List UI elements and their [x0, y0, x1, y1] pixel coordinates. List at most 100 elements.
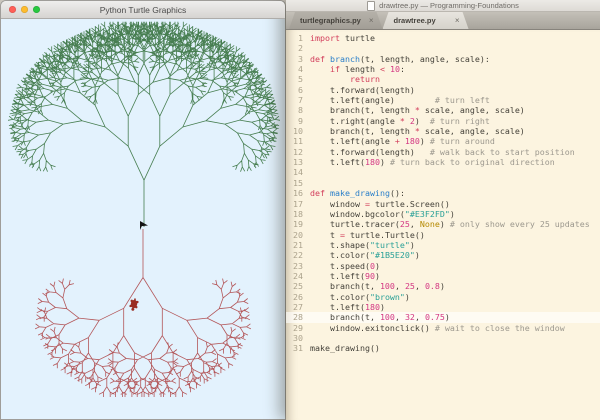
- tab-close-icon[interactable]: ×: [369, 17, 374, 25]
- line-number: 31: [286, 343, 310, 353]
- line-number: 23: [286, 261, 310, 271]
- tab-drawtree-py[interactable]: drawtree.py ×: [383, 12, 469, 29]
- turtle-window-titlebar[interactable]: Python Turtle Graphics: [1, 1, 285, 19]
- desktop: Python Turtle Graphics drawtree.py — Pro…: [0, 0, 600, 420]
- code-line[interactable]: 6 t.forward(length): [286, 85, 600, 95]
- code-line[interactable]: 30: [286, 333, 600, 343]
- code-text: t.left(angle + 180) # turn around: [310, 136, 495, 146]
- code-line[interactable]: 20 t = turtle.Turtle(): [286, 230, 600, 240]
- line-number: 6: [286, 85, 310, 95]
- line-number: 21: [286, 240, 310, 250]
- code-line[interactable]: 22 t.color("#1B5E20"): [286, 250, 600, 260]
- line-number: 7: [286, 95, 310, 105]
- code-text: t.shape("turtle"): [310, 240, 415, 250]
- tab-label: turtlegraphics.py: [300, 16, 361, 25]
- code-text: t.color("brown"): [310, 292, 410, 302]
- code-line[interactable]: 2: [286, 43, 600, 53]
- close-button[interactable]: [9, 6, 16, 13]
- line-number: 4: [286, 64, 310, 74]
- code-line[interactable]: 1import turtle: [286, 33, 600, 43]
- line-number: 2: [286, 43, 310, 53]
- code-text: make_drawing(): [310, 343, 380, 353]
- code-text: window.bgcolor("#E3F2FD"): [310, 209, 455, 219]
- code-line[interactable]: 29 window.exitonclick() # wait to close …: [286, 323, 600, 333]
- code-line[interactable]: 4 if length < 10:: [286, 64, 600, 74]
- line-number: 24: [286, 271, 310, 281]
- line-number: 13: [286, 157, 310, 167]
- code-line[interactable]: 26 t.color("brown"): [286, 292, 600, 302]
- code-line[interactable]: 24 t.left(90): [286, 271, 600, 281]
- tab-close-icon[interactable]: ×: [455, 17, 460, 25]
- tab-turtlegraphics-py[interactable]: turtlegraphics.py ×: [289, 12, 383, 29]
- line-number: 1: [286, 33, 310, 43]
- code-line[interactable]: 25 branch(t, 100, 25, 0.8): [286, 281, 600, 291]
- line-number: 29: [286, 323, 310, 333]
- code-line[interactable]: 21 t.shape("turtle"): [286, 240, 600, 250]
- line-number: 3: [286, 54, 310, 64]
- code-text: t.left(90): [310, 271, 380, 281]
- turtle-canvas[interactable]: [1, 1, 287, 420]
- code-line[interactable]: 13 t.left(180) # turn back to original d…: [286, 157, 600, 167]
- upper-green-tree: [8, 22, 280, 227]
- document-icon: [367, 1, 375, 11]
- code-text: t.left(180) # turn back to original dire…: [310, 157, 555, 167]
- line-number: 28: [286, 312, 310, 322]
- line-number: 15: [286, 178, 310, 188]
- code-line[interactable]: 12 t.forward(length) # walk back to star…: [286, 147, 600, 157]
- line-number: 17: [286, 199, 310, 209]
- code-text: t.forward(length) # walk back to start p…: [310, 147, 575, 157]
- code-text: return: [310, 74, 380, 84]
- code-text: t.forward(length): [310, 85, 415, 95]
- tab-label: drawtree.py: [394, 16, 436, 25]
- code-line[interactable]: 7 t.left(angle) # turn left: [286, 95, 600, 105]
- line-number: 9: [286, 116, 310, 126]
- line-number: 18: [286, 209, 310, 219]
- turtle-graphics-window: Python Turtle Graphics: [0, 0, 286, 420]
- line-number: 22: [286, 250, 310, 260]
- code-text: if length < 10:: [310, 64, 405, 74]
- line-number: 8: [286, 105, 310, 115]
- line-number: 27: [286, 302, 310, 312]
- line-number: 10: [286, 126, 310, 136]
- code-line[interactable]: 3def branch(t, length, angle, scale):: [286, 54, 600, 64]
- editor-titlebar[interactable]: drawtree.py — Programming-Foundations: [286, 0, 600, 12]
- code-text: branch(t, length * scale, angle, scale): [310, 126, 525, 136]
- code-text: t.left(180): [310, 302, 385, 312]
- line-number: 25: [286, 281, 310, 291]
- code-line[interactable]: 9 t.right(angle * 2) # turn right: [286, 116, 600, 126]
- zoom-button[interactable]: [33, 6, 40, 13]
- code-line[interactable]: 28 branch(t, 100, 32, 0.75): [286, 312, 600, 322]
- minimize-button[interactable]: [21, 6, 28, 13]
- tab-bar: turtlegraphics.py × drawtree.py ×: [286, 12, 600, 30]
- turtle-window-title: Python Turtle Graphics: [1, 5, 285, 15]
- code-line[interactable]: 31make_drawing(): [286, 343, 600, 353]
- code-text: t.right(angle * 2) # turn right: [310, 116, 490, 126]
- code-text: branch(t, length * scale, angle, scale): [310, 105, 525, 115]
- code-text: def branch(t, length, angle, scale):: [310, 54, 490, 64]
- code-line[interactable]: 10 branch(t, length * scale, angle, scal…: [286, 126, 600, 136]
- code-line[interactable]: 27 t.left(180): [286, 302, 600, 312]
- line-number: 16: [286, 188, 310, 198]
- code-line[interactable]: 8 branch(t, length * scale, angle, scale…: [286, 105, 600, 115]
- code-text: turtle.tracer(25, None) # only show ever…: [310, 219, 590, 229]
- code-line[interactable]: 14: [286, 167, 600, 177]
- fractal-trees: [8, 22, 280, 397]
- code-line[interactable]: 5 return: [286, 74, 600, 84]
- code-line[interactable]: 18 window.bgcolor("#E3F2FD"): [286, 209, 600, 219]
- code-text: branch(t, 100, 25, 0.8): [310, 281, 445, 291]
- editor-window: drawtree.py — Programming-Foundations tu…: [286, 0, 600, 420]
- code-text: t.speed(0): [310, 261, 380, 271]
- turtle-cursor-icon: [129, 298, 140, 312]
- code-line[interactable]: 11 t.left(angle + 180) # turn around: [286, 136, 600, 146]
- line-number: 12: [286, 147, 310, 157]
- code-line[interactable]: 19 turtle.tracer(25, None) # only show e…: [286, 219, 600, 229]
- code-text: t.color("#1B5E20"): [310, 250, 420, 260]
- code-line[interactable]: 17 window = turtle.Screen(): [286, 199, 600, 209]
- code-text: t = turtle.Turtle(): [310, 230, 425, 240]
- code-text: import turtle: [310, 33, 375, 43]
- code-editor[interactable]: 1import turtle23def branch(t, length, an…: [286, 30, 600, 420]
- code-line[interactable]: 16def make_drawing():: [286, 188, 600, 198]
- code-line[interactable]: 23 t.speed(0): [286, 261, 600, 271]
- code-text: window = turtle.Screen(): [310, 199, 450, 209]
- code-line[interactable]: 15: [286, 178, 600, 188]
